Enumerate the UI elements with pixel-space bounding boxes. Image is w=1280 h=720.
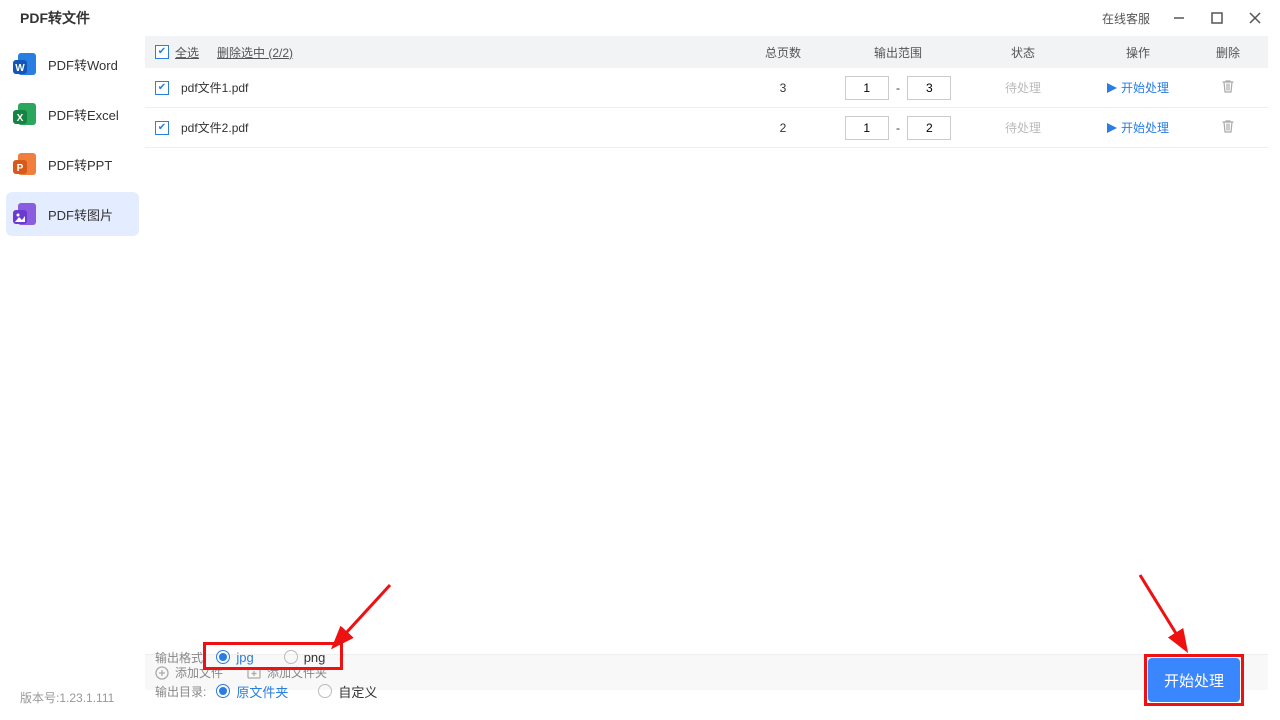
format-png-option[interactable]: png	[284, 650, 326, 665]
range-to-input[interactable]	[907, 76, 951, 100]
status-text: 待处理	[968, 119, 1078, 136]
header-range: 输出范围	[828, 44, 968, 61]
header-action: 操作	[1078, 44, 1198, 61]
ppt-icon: P	[12, 150, 40, 178]
select-all-label[interactable]: 全选	[175, 44, 199, 61]
nav-label: PDF转图片	[48, 205, 113, 224]
word-icon: W	[12, 50, 40, 78]
image-icon	[12, 200, 40, 228]
output-format-label: 输出格式:	[155, 649, 206, 666]
close-button[interactable]	[1240, 3, 1270, 33]
format-jpg-option[interactable]: jpg	[216, 650, 253, 665]
trash-icon[interactable]	[1221, 82, 1235, 96]
nav-label: PDF转Word	[48, 55, 118, 74]
file-name: pdf文件2.pdf	[181, 119, 248, 136]
status-text: 待处理	[968, 79, 1078, 96]
nav-label: PDF转Excel	[48, 105, 119, 124]
header-pages: 总页数	[738, 44, 828, 61]
range-from-input[interactable]	[845, 116, 889, 140]
sidebar: W PDF转Word X PDF转Excel P PDF转PPT PDF转图片	[0, 36, 145, 690]
delete-selected-link[interactable]: 删除选中 (2/2)	[217, 44, 293, 61]
app-title: PDF转文件	[20, 8, 90, 28]
page-count: 2	[738, 121, 828, 135]
table-row: pdf文件2.pdf 2 - 待处理 开始处理	[145, 108, 1268, 148]
header-delete: 删除	[1198, 44, 1258, 61]
start-row-button[interactable]: 开始处理	[1107, 79, 1169, 96]
trash-icon[interactable]	[1221, 122, 1235, 136]
nav-pdf-to-ppt[interactable]: P PDF转PPT	[6, 142, 139, 186]
range-to-input[interactable]	[907, 116, 951, 140]
start-row-button[interactable]: 开始处理	[1107, 119, 1169, 136]
svg-text:P: P	[17, 163, 24, 174]
nav-pdf-to-word[interactable]: W PDF转Word	[6, 42, 139, 86]
excel-icon: X	[12, 100, 40, 128]
output-dir-label: 输出目录:	[155, 683, 206, 700]
nav-pdf-to-excel[interactable]: X PDF转Excel	[6, 92, 139, 136]
start-processing-button[interactable]: 开始处理	[1148, 658, 1240, 702]
range-from-input[interactable]	[845, 76, 889, 100]
svg-text:X: X	[17, 113, 24, 124]
table-header: 全选 删除选中 (2/2) 总页数 输出范围 状态 操作 删除	[145, 36, 1268, 68]
dir-custom-option[interactable]: 自定义	[318, 682, 377, 701]
minimize-button[interactable]	[1164, 3, 1194, 33]
version-label: 版本号:1.23.1.111	[20, 689, 114, 706]
header-status: 状态	[968, 44, 1078, 61]
row-checkbox[interactable]	[155, 121, 169, 135]
nav-pdf-to-image[interactable]: PDF转图片	[6, 192, 139, 236]
svg-text:W: W	[15, 63, 25, 74]
row-checkbox[interactable]	[155, 81, 169, 95]
nav-label: PDF转PPT	[48, 155, 112, 174]
dir-source-option[interactable]: 原文件夹	[216, 682, 288, 701]
file-name: pdf文件1.pdf	[181, 79, 248, 96]
page-count: 3	[738, 81, 828, 95]
select-all-checkbox[interactable]	[155, 45, 169, 59]
maximize-button[interactable]	[1202, 3, 1232, 33]
table-row: pdf文件1.pdf 3 - 待处理 开始处理	[145, 68, 1268, 108]
customer-service-link[interactable]: 在线客服	[1102, 10, 1150, 27]
